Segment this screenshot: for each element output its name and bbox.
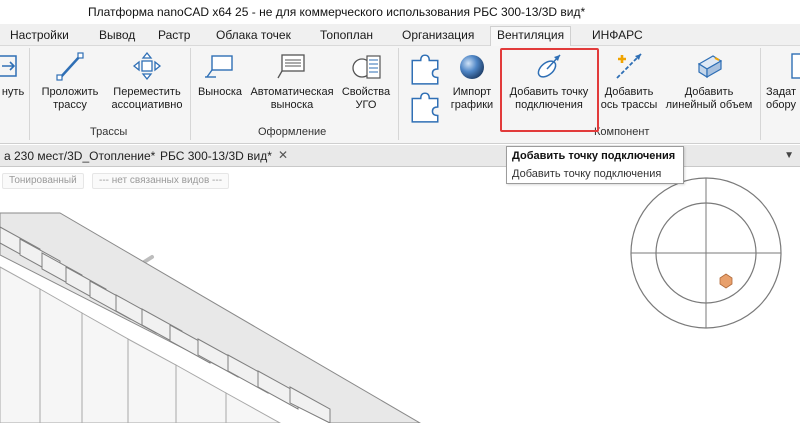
auto-leader-label-2: выноска	[270, 99, 314, 111]
route-axis-icon	[616, 53, 642, 79]
ugo-properties-icon	[352, 55, 381, 79]
equipment-icon	[791, 53, 800, 79]
move-associative-button[interactable]: Переместить ассоциативно	[108, 50, 186, 112]
partial-right-label-1: Задат	[766, 86, 797, 98]
tab-settings[interactable]: Настройки	[4, 27, 75, 46]
chevron-down-icon[interactable]: ▼	[784, 150, 794, 161]
ribbon-tabs: Настройки Вывод Растр Облака точек Топоп…	[0, 24, 800, 47]
puzzle-import-icon[interactable]	[408, 90, 442, 124]
route-label-2: трассу	[53, 99, 87, 111]
tab-ventilation[interactable]: Вентиляция	[490, 26, 572, 47]
move-label-2: ассоциативно	[111, 99, 183, 111]
add-volume-label-1: Добавить	[684, 86, 734, 98]
window-title: Платформа nanoCAD x64 25 - не для коммер…	[88, 5, 586, 19]
add-axis-label-2: ось трассы	[600, 99, 658, 111]
leader-icon	[205, 55, 233, 78]
partial-left-label: нуть	[1, 86, 25, 98]
partial-right-button[interactable]: Задат обору	[766, 50, 800, 112]
drawing-viewport[interactable]: Тонированный --- нет связанных видов ---	[0, 167, 800, 423]
highlight-frame	[500, 48, 599, 132]
navigation-compass[interactable]	[628, 177, 788, 337]
tooltip-description: Добавить точку подключения	[512, 168, 662, 180]
sphere-icon	[460, 55, 484, 79]
move-label-1: Переместить	[113, 86, 181, 98]
leader-button[interactable]: Выноска	[196, 50, 244, 99]
import-label-2: графики	[450, 99, 494, 111]
title-bar: Платформа nanoCAD x64 25 - не для коммер…	[0, 0, 800, 24]
leader-label: Выноска	[197, 86, 243, 98]
auto-leader-icon	[277, 54, 305, 79]
add-linear-volume-button[interactable]: Добавить линейный объем	[661, 50, 757, 112]
puzzle-icon[interactable]	[408, 52, 442, 86]
doc-tab-heating[interactable]: а 230 мест/3D_Отопление*	[4, 149, 155, 163]
route-label-1: Проложить	[41, 86, 99, 98]
ugo-label-2: УГО	[355, 99, 377, 111]
move-arrows-icon	[132, 51, 162, 81]
ugo-properties-button[interactable]: Свойства УГО	[340, 50, 392, 112]
tab-topoplan[interactable]: Топоплан	[314, 27, 379, 46]
doc-tab-3d-view[interactable]: РБС 300-13/3D вид*	[160, 149, 272, 163]
group-label-formatting: Оформление	[258, 126, 327, 138]
tab-output[interactable]: Вывод	[93, 27, 141, 46]
close-icon[interactable]: ✕	[278, 148, 288, 162]
tab-raster[interactable]: Растр	[152, 27, 196, 46]
ugo-label-1: Свойства	[341, 86, 391, 98]
import-graphics-button[interactable]: Импорт графики	[446, 50, 498, 112]
partial-left-button[interactable]: нуть	[0, 50, 26, 99]
auto-leader-label-1: Автоматическая	[250, 86, 334, 98]
add-volume-label-2: линейный объем	[665, 99, 753, 111]
route-button[interactable]: Проложить трассу	[34, 50, 106, 112]
tab-infars[interactable]: ИНФАРС	[586, 27, 649, 46]
add-axis-label-1: Добавить	[604, 86, 654, 98]
tooltip-title: Добавить точку подключения	[512, 150, 676, 162]
tooltip: Добавить точку подключения Добавить точк…	[506, 146, 684, 184]
import-label-1: Импорт	[452, 86, 492, 98]
auto-leader-button[interactable]: Автоматическая выноска	[246, 50, 338, 112]
pen-line-icon	[56, 52, 84, 81]
ribbon-panel: нуть Проложить трассу Переместить ассоци…	[0, 46, 800, 144]
add-route-axis-button[interactable]: Добавить ось трассы	[597, 50, 661, 112]
group-label-routes: Трассы	[90, 126, 128, 138]
tab-point-clouds[interactable]: Облака точек	[210, 27, 297, 46]
arrow-right-icon	[0, 55, 17, 77]
group-label-component: Компонент	[594, 126, 650, 138]
linear-volume-icon	[697, 55, 723, 79]
partial-right-label-2: обору	[766, 99, 797, 111]
tab-organization[interactable]: Организация	[396, 27, 480, 46]
